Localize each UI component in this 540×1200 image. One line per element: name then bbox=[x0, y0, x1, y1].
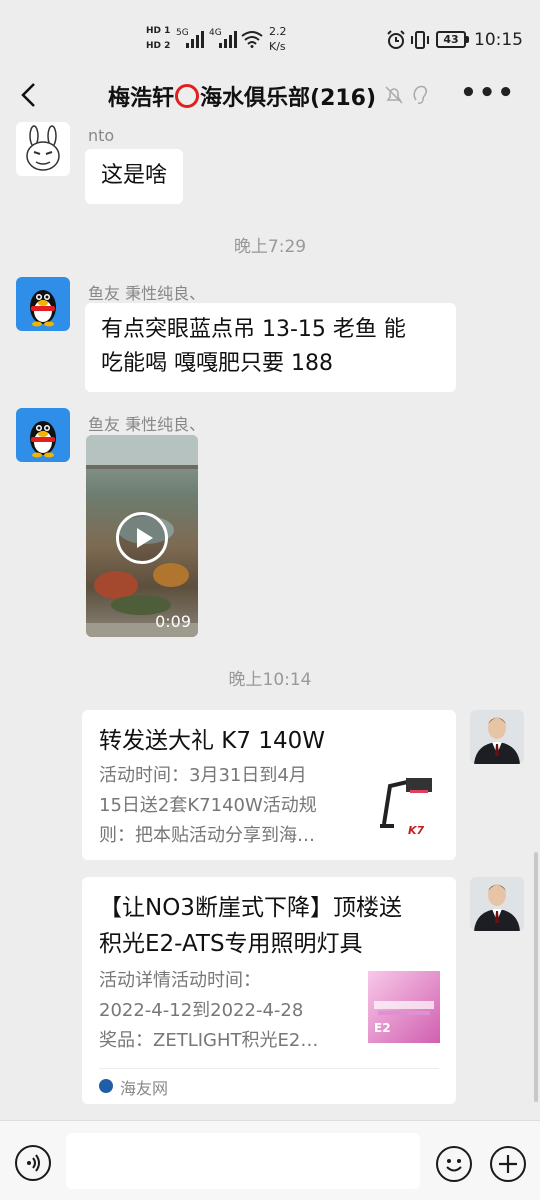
input-bar bbox=[0, 1120, 540, 1200]
mute-bell-icon bbox=[385, 86, 403, 104]
signal-bars-icon bbox=[186, 31, 204, 48]
emoji-icon bbox=[446, 1159, 462, 1172]
man-avatar-icon bbox=[470, 710, 524, 764]
vibrate-icon bbox=[411, 31, 429, 49]
timestamp: 晚上10:14 bbox=[228, 670, 312, 690]
message-list[interactable]: nto 这是啥 晚上7:29 鱼友 秉性纯良、 有点突眼蓝点吊 13-15 老鱼… bbox=[0, 120, 540, 1120]
card-source[interactable]: 海友网 bbox=[120, 1075, 168, 1099]
network-speed-unit: K/s bbox=[269, 40, 286, 53]
card-title: 转发送大礼 K7 140W bbox=[99, 728, 325, 754]
sender-name: nto bbox=[88, 126, 115, 145]
title-group-name: 海水俱乐部(216) bbox=[200, 86, 377, 111]
battery-tip bbox=[466, 36, 469, 43]
link-card[interactable]: 转发送大礼 K7 140W 活动时间：3月31日到4月 15日送2套K7140W… bbox=[82, 710, 456, 860]
play-button[interactable] bbox=[116, 512, 168, 564]
alarm-icon bbox=[387, 30, 405, 49]
avatar[interactable] bbox=[470, 710, 524, 764]
link-card[interactable]: 【让NO3断崖式下降】顶楼送 积光E2-ATS专用照明灯具 活动详情活动时间： … bbox=[82, 877, 456, 1104]
plus-icon bbox=[499, 1155, 517, 1173]
avatar[interactable] bbox=[470, 877, 524, 931]
status-bar: HD 1 HD 2 5G 4G 2.2 K/s 43 10:15 bbox=[0, 0, 540, 70]
video-duration: 0:09 bbox=[155, 612, 191, 631]
wifi-icon bbox=[241, 31, 263, 48]
scrollbar[interactable] bbox=[534, 852, 538, 1102]
sender-name: 鱼友 秉性纯良、 bbox=[88, 415, 206, 434]
message-bubble[interactable]: 有点突眼蓝点吊 13-15 老鱼 能 吃能喝 嘎嘎肥只要 188 bbox=[85, 303, 456, 392]
more-options-icon[interactable]: ••• bbox=[460, 78, 516, 108]
battery-icon: 43 bbox=[436, 31, 466, 48]
play-icon bbox=[137, 528, 153, 548]
chat-header: 梅浩轩 海水俱乐部(216) ••• bbox=[0, 70, 540, 120]
clock: 10:15 bbox=[474, 30, 523, 50]
card-description: 活动详情活动时间： 2022-4-12到2022-4-28 奖品：ZETLIGH… bbox=[99, 970, 319, 1051]
source-logo-icon bbox=[99, 1079, 113, 1093]
voice-input-button[interactable] bbox=[15, 1145, 51, 1181]
thumb-logo-text: E2 bbox=[374, 1021, 391, 1035]
emoji-button[interactable] bbox=[436, 1146, 472, 1182]
thumb-logo-text: K7 bbox=[408, 824, 425, 837]
card-thumbnail: E2 bbox=[368, 971, 440, 1043]
avatar[interactable] bbox=[16, 122, 70, 176]
timestamp: 晚上7:29 bbox=[233, 237, 307, 257]
red-circle-icon bbox=[175, 84, 200, 108]
message-line: 有点突眼蓝点吊 13-15 老鱼 能 bbox=[101, 317, 406, 342]
voice-icon bbox=[27, 1154, 40, 1172]
rabbit-avatar-icon bbox=[26, 125, 60, 171]
more-functions-button[interactable] bbox=[490, 1146, 526, 1182]
penguin-avatar-icon bbox=[30, 290, 56, 327]
signal-bars-icon bbox=[219, 31, 237, 48]
back-arrow-icon[interactable] bbox=[18, 81, 44, 109]
card-title: 【让NO3断崖式下降】顶楼送 积光E2-ATS专用照明灯具 bbox=[99, 895, 402, 957]
message-bubble[interactable]: 这是啥 bbox=[85, 149, 184, 204]
network-speed: 2.2 bbox=[269, 25, 287, 38]
sender-name: 鱼友 秉性纯良、 bbox=[88, 284, 206, 303]
video-message[interactable]: 0:09 bbox=[86, 435, 198, 637]
card-thumbnail: K7 bbox=[376, 772, 448, 844]
ear-icon bbox=[413, 85, 428, 104]
message-line: 吃能喝 嘎嘎肥只要 188 bbox=[101, 351, 333, 376]
message-input[interactable] bbox=[66, 1133, 420, 1189]
card-divider bbox=[99, 1068, 439, 1069]
title-group-owner: 梅浩轩 bbox=[108, 86, 175, 111]
card-description: 活动时间：3月31日到4月 15日送2套K7140W活动规 则：把本贴活动分享到… bbox=[99, 765, 317, 846]
hd1-indicator: HD 1 bbox=[146, 26, 171, 36]
avatar[interactable] bbox=[16, 277, 70, 331]
penguin-avatar-icon bbox=[30, 421, 56, 458]
avatar[interactable] bbox=[16, 408, 70, 462]
man-avatar-icon bbox=[470, 877, 524, 931]
hd2-indicator: HD 2 bbox=[146, 41, 171, 51]
chat-title: 梅浩轩 海水俱乐部(216) bbox=[108, 80, 376, 112]
